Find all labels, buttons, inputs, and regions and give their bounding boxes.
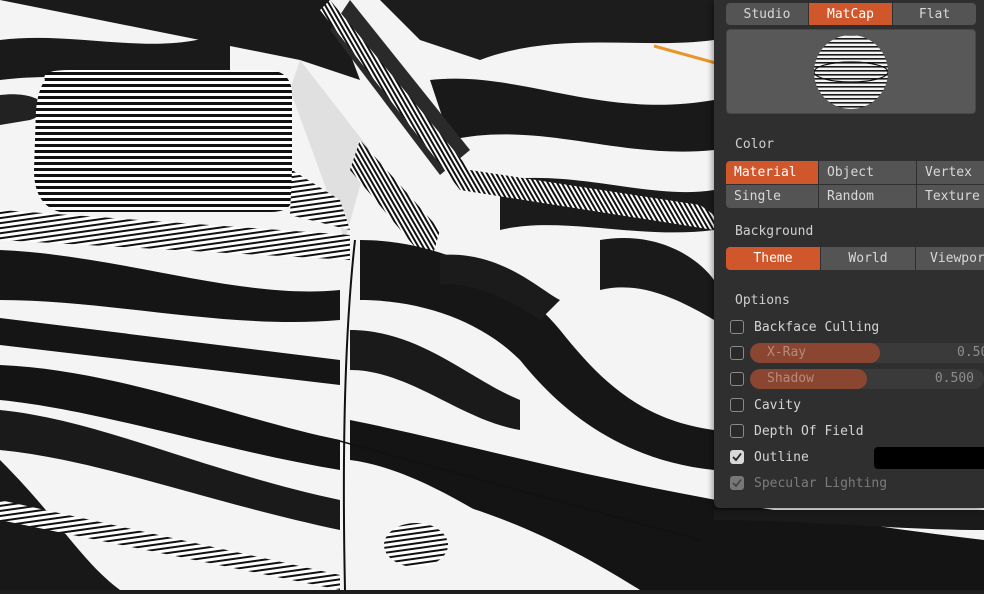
door-handle: [384, 523, 448, 567]
cavity-label: Cavity: [754, 397, 801, 413]
color-object-button[interactable]: Object: [819, 161, 917, 184]
specular-lighting-option: Specular Lighting: [730, 473, 887, 493]
shadow-value: 0.500: [934, 371, 974, 386]
color-row-1: Material Object Vertex: [726, 161, 984, 184]
checkmark-icon: [732, 478, 742, 488]
backface-culling-label: Backface Culling: [754, 319, 880, 335]
tab-studio[interactable]: Studio: [726, 3, 809, 25]
tab-flat[interactable]: Flat: [893, 3, 976, 25]
matcap-sphere-icon: [814, 35, 888, 109]
side-mirror: [34, 70, 292, 212]
xray-slider[interactable]: X-Ray 0.500: [750, 343, 984, 363]
background-world-button[interactable]: World: [821, 247, 916, 270]
shading-panel: Studio MatCap Flat Color Material Object…: [714, 0, 984, 508]
specular-lighting-label: Specular Lighting: [754, 475, 888, 491]
shadow-checkbox[interactable]: [730, 372, 744, 386]
backface-culling-option[interactable]: Backface Culling: [730, 317, 879, 337]
color-heading: Color: [735, 137, 775, 152]
background-heading: Background: [735, 224, 814, 239]
options-heading: Options: [735, 293, 790, 308]
cavity-option[interactable]: Cavity: [730, 395, 801, 415]
depth-of-field-option[interactable]: Depth Of Field: [730, 421, 864, 441]
depth-of-field-checkbox[interactable]: [730, 424, 744, 438]
shadow-slider[interactable]: Shadow 0.500: [750, 369, 984, 389]
matcap-preview[interactable]: [726, 29, 976, 114]
xray-value: 0.500: [957, 345, 984, 360]
specular-lighting-checkbox: [730, 476, 744, 490]
color-material-button[interactable]: Material: [726, 161, 819, 184]
color-random-button[interactable]: Random: [819, 185, 917, 208]
color-texture-button[interactable]: Texture: [917, 185, 984, 208]
outline-label: Outline: [754, 449, 809, 465]
tab-matcap[interactable]: MatCap: [809, 3, 893, 25]
outline-checkbox[interactable]: [730, 450, 744, 464]
outline-color-swatch[interactable]: [874, 447, 984, 469]
backface-culling-checkbox[interactable]: [730, 320, 744, 334]
xray-checkbox[interactable]: [730, 346, 744, 360]
color-row-2: Single Random Texture: [726, 185, 984, 208]
outline-option[interactable]: Outline: [730, 447, 809, 467]
background-theme-button[interactable]: Theme: [726, 247, 821, 270]
shadow-label: Shadow: [767, 371, 814, 386]
color-vertex-button[interactable]: Vertex: [917, 161, 984, 184]
depth-of-field-label: Depth Of Field: [754, 423, 864, 439]
checkmark-icon: [732, 452, 742, 462]
cavity-checkbox[interactable]: [730, 398, 744, 412]
color-single-button[interactable]: Single: [726, 185, 819, 208]
lighting-tabs: Studio MatCap Flat: [726, 3, 976, 25]
background-tabs: Theme World Viewport: [726, 247, 984, 270]
background-viewport-button[interactable]: Viewport: [916, 247, 984, 270]
xray-label: X-Ray: [767, 345, 807, 360]
